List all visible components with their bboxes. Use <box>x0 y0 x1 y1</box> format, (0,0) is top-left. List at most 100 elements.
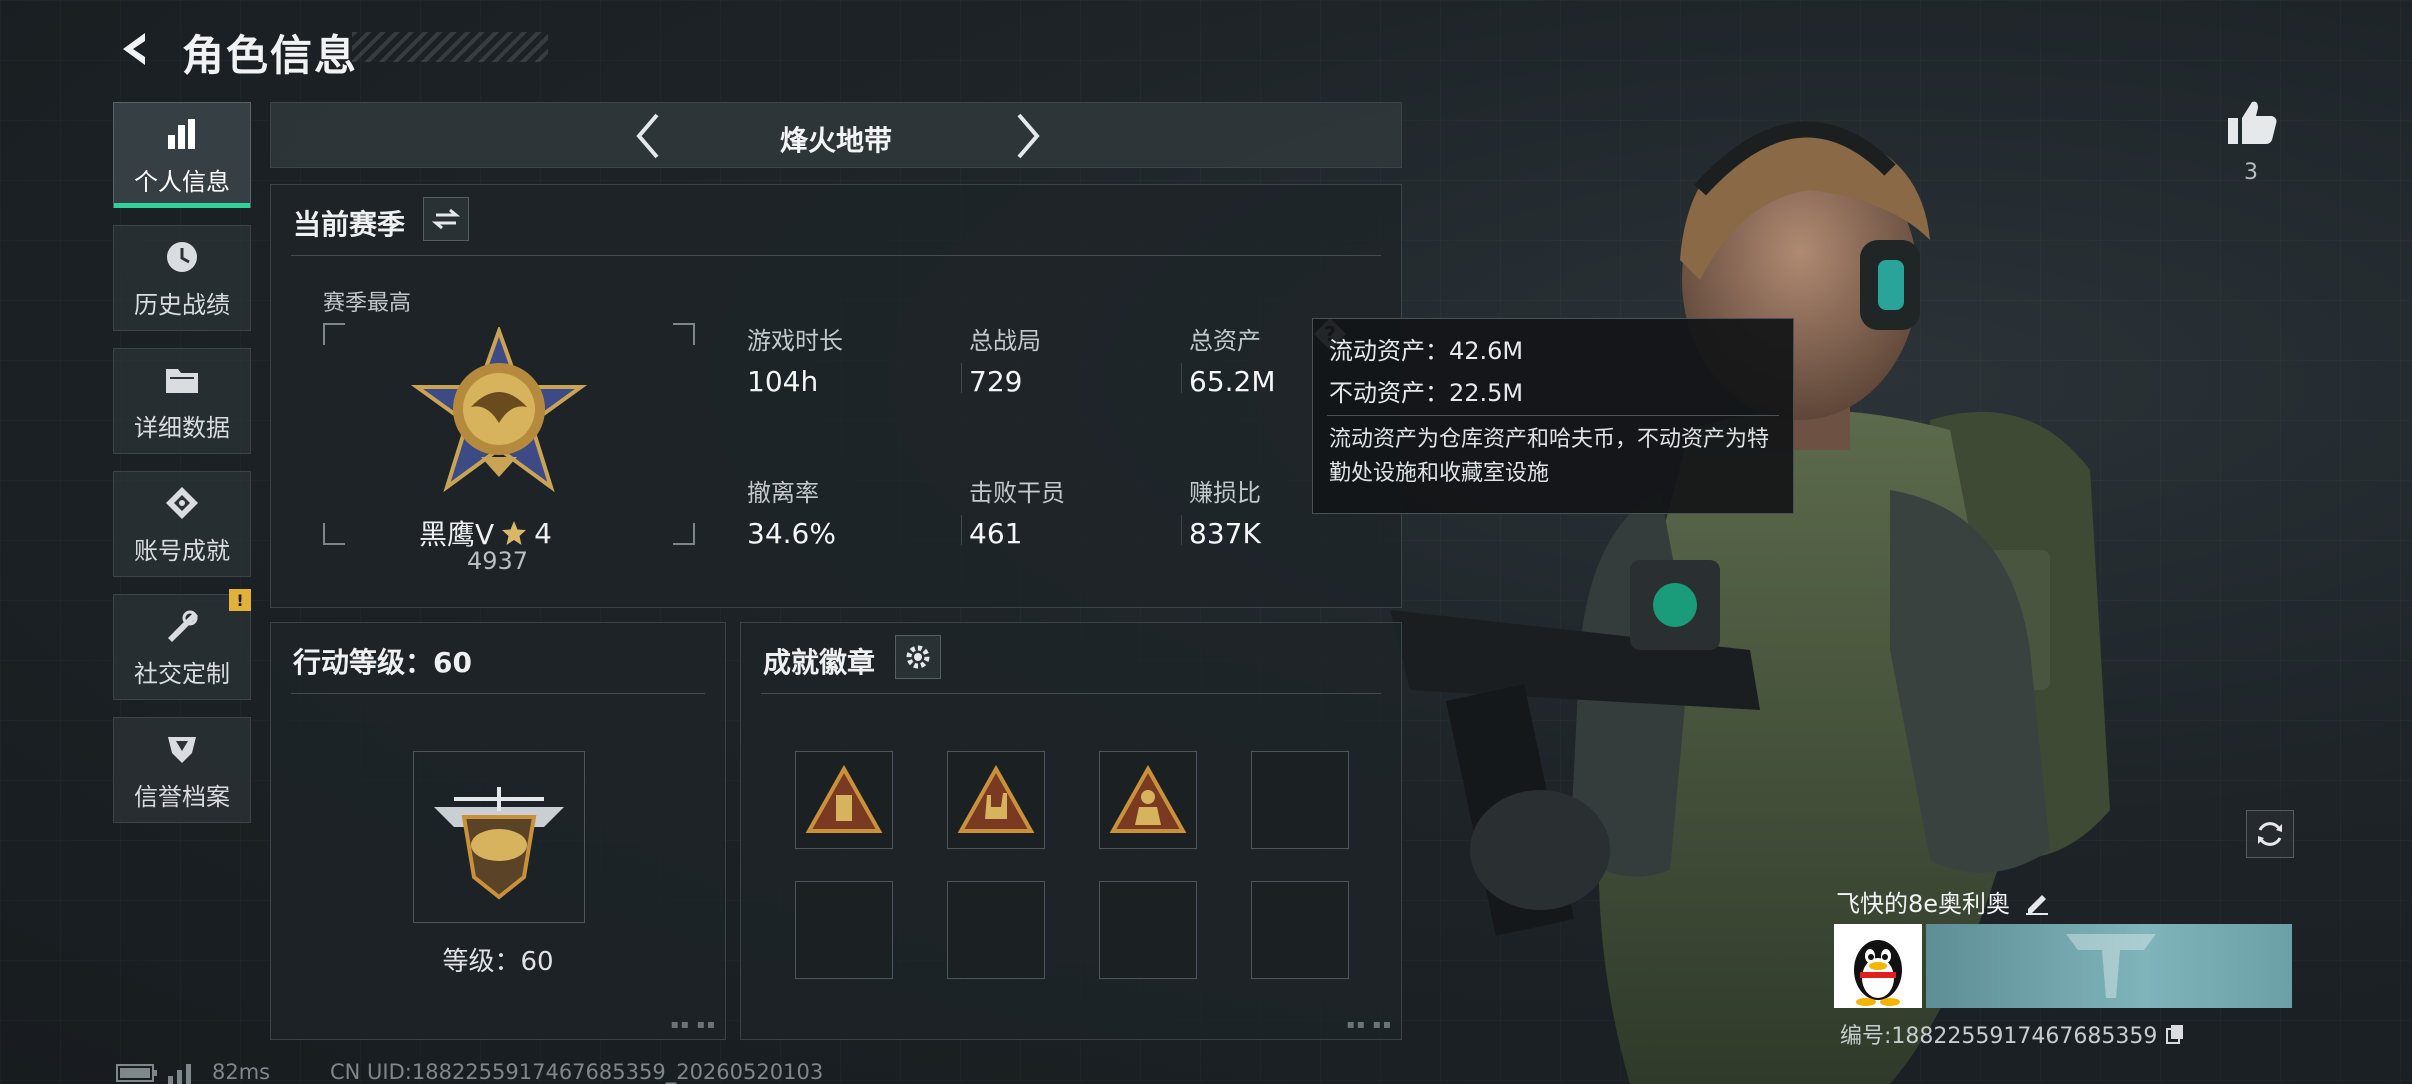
notification-badge: ! <box>229 589 251 611</box>
helicopter-emblem-icon <box>434 787 564 900</box>
reputation-shield-icon <box>162 729 202 769</box>
rank-medal-icon <box>411 327 587 493</box>
divider <box>1327 415 1779 416</box>
page-title: 角色信息 <box>182 31 359 80</box>
avatar[interactable] <box>1834 924 1922 1008</box>
badges-panel: 成就徽章 ▪▪ ▪▪ <box>740 622 1402 1040</box>
rank-score: 4937 <box>467 547 529 575</box>
stat-value-matches: 729 <box>969 365 1023 398</box>
player-name-row: 飞快的8e奥利奥 <box>1836 884 2050 919</box>
stat-label-matches: 总战局 <box>969 327 1041 355</box>
star-icon <box>502 521 527 545</box>
sidebar-item-detailed-data[interactable]: 详细数据 <box>113 348 251 454</box>
copy-icon <box>2166 1025 2184 1044</box>
stat-value-kills: 461 <box>969 517 1023 550</box>
copy-id-button[interactable] <box>2165 1023 2185 1045</box>
badges-title: 成就徽章 <box>763 646 876 679</box>
stat-label-kills: 击败干员 <box>969 479 1065 507</box>
chevron-right-icon <box>1017 113 1040 159</box>
divider <box>961 363 962 393</box>
sidebar-item-label: 历史战绩 <box>134 290 230 319</box>
sidebar-item-label: 详细数据 <box>134 413 230 442</box>
bar-chart-icon <box>162 114 202 154</box>
tooltip-liquid-assets: 流动资产：42.6M <box>1329 337 1524 365</box>
divider <box>1181 363 1182 393</box>
frame-corner <box>323 323 345 345</box>
frame-corner <box>673 323 695 345</box>
signal-icon <box>168 1064 191 1084</box>
stat-label-assets: 总资产 <box>1189 327 1261 355</box>
badge-soldier-icon <box>1109 765 1187 833</box>
frame-corner <box>673 523 695 545</box>
season-switch-button[interactable] <box>423 197 469 241</box>
stat-label-playtime: 游戏时长 <box>747 327 843 355</box>
player-id: 编号:1882255917467685359 <box>1840 1024 2158 1049</box>
status-indicators <box>116 1062 194 1084</box>
stat-label-extract-rate: 撤离率 <box>747 479 819 507</box>
divider <box>291 693 705 694</box>
badge-slot-empty[interactable] <box>1099 881 1197 979</box>
rank-stars: 4 <box>534 516 552 550</box>
level-text: 等级：60 <box>442 947 554 977</box>
badge-slot-empty[interactable] <box>947 881 1045 979</box>
refresh-button[interactable] <box>2246 810 2294 858</box>
team-logo-icon <box>2066 934 2156 998</box>
divider <box>1181 515 1182 545</box>
badges-settings-button[interactable] <box>895 635 941 679</box>
player-name: 飞快的8e奥利奥 <box>1836 890 2011 918</box>
like-button[interactable] <box>2226 98 2282 148</box>
corner-decoration: ▪▪ ▪▪ <box>1346 1017 1393 1031</box>
tooltip-description: 流动资产为仓库资产和哈夫币，不动资产为特勤处设施和收藏室设施 <box>1329 427 1770 486</box>
pencil-icon <box>2026 894 2049 915</box>
badge-slot[interactable] <box>795 751 893 849</box>
ping-text: 82ms <box>212 1060 271 1084</box>
swap-arrows-icon <box>432 208 460 230</box>
sidebar-item-social[interactable]: 社交定制 ! <box>113 589 251 700</box>
player-id-row: 编号:1882255917467685359 <box>1840 1018 2185 1050</box>
badge-slot-empty[interactable] <box>795 881 893 979</box>
frame-corner <box>323 523 345 545</box>
mode-next-button[interactable] <box>1003 111 1053 161</box>
sidebar-item-label: 账号成就 <box>134 536 230 565</box>
sidebar-item-label: 信誉档案 <box>134 782 230 811</box>
sidebar-item-personal-info[interactable]: 个人信息 <box>113 102 251 208</box>
divider <box>291 255 1381 256</box>
title-decoration <box>352 32 548 62</box>
season-title: 当前赛季 <box>293 208 406 241</box>
badge-triangle-icon <box>805 765 883 833</box>
season-best-label: 赛季最高 <box>323 291 412 316</box>
stat-value-profit-ratio: 837K <box>1189 517 1261 550</box>
uid-text: CN UID:1882255917467685359_20260520103 <box>330 1060 824 1084</box>
sidebar-item-achievements[interactable]: 账号成就 <box>113 471 251 577</box>
divider <box>961 515 962 545</box>
qq-penguin-icon <box>1854 940 1902 1006</box>
history-clock-icon <box>162 237 202 277</box>
action-level-title: 行动等级：60 <box>293 646 472 679</box>
chevron-left-icon <box>123 33 145 65</box>
edit-name-button[interactable] <box>2024 889 2050 915</box>
sidebar-item-label: 个人信息 <box>134 167 230 196</box>
season-panel: 当前赛季 赛季最高 黑鹰V 4 4937 游戏时长 104h 总战局 729 总… <box>270 184 1402 608</box>
mode-label: 烽火地带 <box>779 124 892 157</box>
sidebar-item-reputation[interactable]: 信誉档案 <box>113 717 251 823</box>
battery-icon <box>116 1064 157 1082</box>
like-count: 3 <box>2244 160 2258 185</box>
divider <box>761 693 1381 694</box>
stat-value-playtime: 104h <box>747 365 819 398</box>
sidebar-item-history[interactable]: 历史战绩 <box>113 225 251 331</box>
badge-slot[interactable] <box>947 751 1045 849</box>
badge-rock-hand-icon <box>957 765 1035 833</box>
tooltip-fixed-assets: 不动资产：22.5M <box>1329 379 1524 407</box>
tools-icon <box>162 606 202 646</box>
stat-value-assets: 65.2M <box>1189 365 1276 398</box>
refresh-icon <box>2258 822 2282 846</box>
name-card-banner <box>1926 924 2292 1008</box>
badge-slot-empty[interactable] <box>1251 751 1349 849</box>
gear-icon <box>906 645 930 669</box>
stat-label-profit-ratio: 赚损比 <box>1189 479 1261 507</box>
mode-selector: 烽火地带 <box>270 102 1402 168</box>
back-button[interactable] <box>112 26 158 72</box>
badge-slot-empty[interactable] <box>1251 881 1349 979</box>
badge-slot[interactable] <box>1099 751 1197 849</box>
stat-value-extract-rate: 34.6% <box>747 517 836 550</box>
